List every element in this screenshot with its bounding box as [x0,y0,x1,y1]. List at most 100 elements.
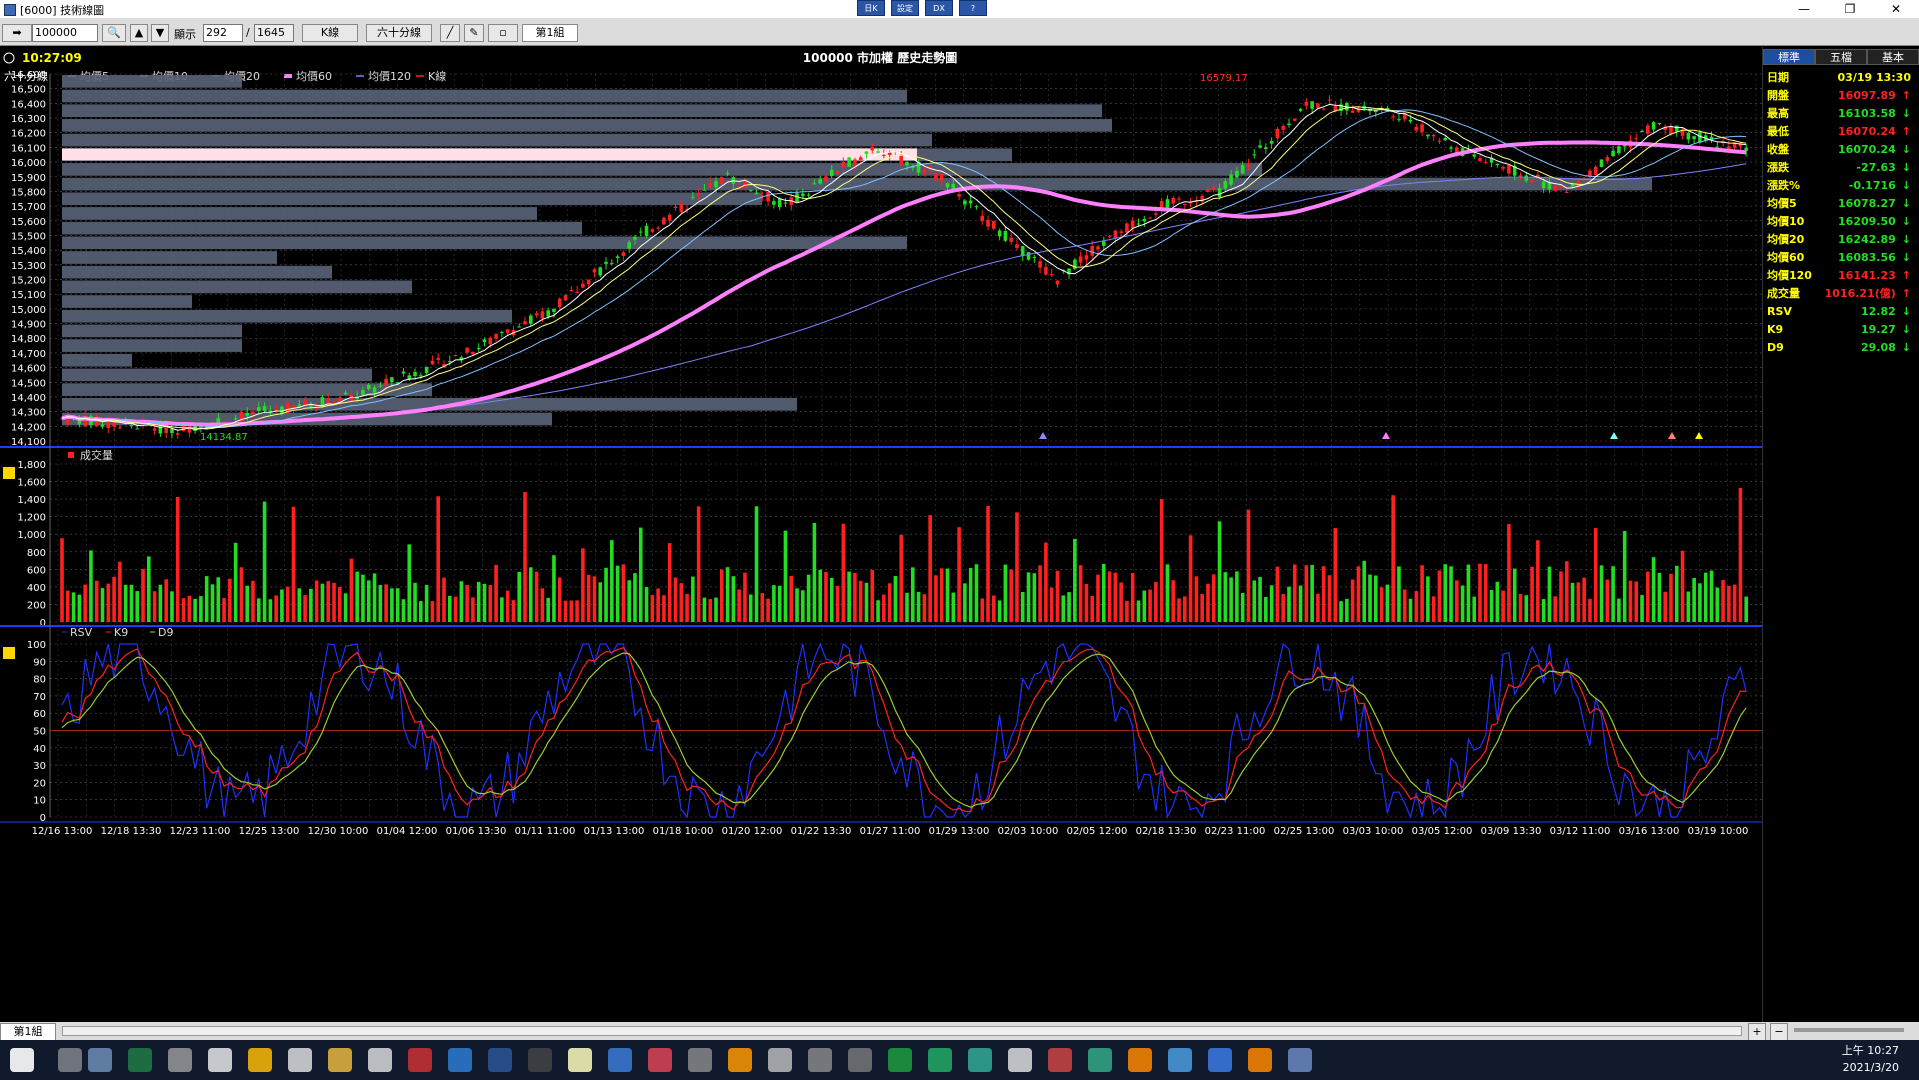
volume-bar [656,588,660,622]
volume-bar [1240,592,1245,622]
zoom-out-icon[interactable]: − [1770,1023,1788,1041]
zoom-slider[interactable] [1794,1028,1904,1032]
taskbar-app-icon[interactable] [968,1048,992,1072]
eraser-icon[interactable]: ▫ [488,24,518,42]
taskbar-app-icon[interactable] [288,1048,312,1072]
symbol-input[interactable]: 100000 [32,24,98,42]
taskbar-app-icon[interactable] [1128,1048,1152,1072]
volume-bar [1258,576,1262,622]
taskbar-app-icon[interactable] [328,1048,352,1072]
taskbar-app-icon[interactable] [768,1048,792,1072]
panel-row-label: 最高 [1767,107,1789,120]
volume-bar [1246,509,1251,622]
taskbar-app-icon[interactable] [928,1048,952,1072]
tab-five-levels[interactable]: 五檔 [1815,49,1867,65]
close-button[interactable]: ✕ [1873,0,1919,18]
volume-bar [777,585,782,622]
candle-body [534,313,539,316]
interval-select[interactable]: 六十分線 [366,24,432,42]
settings-quick-button[interactable]: 設定 [891,0,919,16]
daily-k-button[interactable]: 日K [857,0,885,16]
taskbar-app-icon[interactable] [648,1048,672,1072]
dx-button[interactable]: DX [925,0,953,16]
taskbar-app-icon[interactable] [528,1048,552,1072]
bottom-group-select[interactable]: 第1組 [0,1023,56,1041]
volume-bar [598,582,603,622]
volume-bar [1200,594,1204,622]
volume-bar [1443,564,1448,622]
taskbar-app-icon[interactable] [88,1048,112,1072]
volume-bar [384,584,388,622]
taskbar-app-icon[interactable] [128,1048,152,1072]
taskbar-app-icon[interactable] [568,1048,592,1072]
volume-bar [500,597,504,622]
taskbar-app-icon[interactable] [1008,1048,1032,1072]
technical-chart[interactable]: 10:27:09100000 市加權 歷史走勢圖六十分線均價5均價10均價20均… [0,47,1762,1047]
taskbar-app-icon[interactable] [808,1048,832,1072]
volume-bar [1663,591,1667,622]
axis-tick-label: 16,500 [11,85,46,96]
candle-body [170,429,174,434]
minimize-button[interactable]: — [1781,0,1827,18]
tab-basic[interactable]: 基本 [1867,49,1919,65]
taskbar-app-icon[interactable] [1288,1048,1312,1072]
period-select[interactable]: K線 [302,24,358,42]
candle-body [934,173,938,180]
panel-row-value-text: -27.63 [1856,161,1896,174]
panel-row-value: 16083.56 ↓ [1838,249,1911,267]
restore-button[interactable]: ❐ [1827,0,1873,18]
volume-bar [1235,571,1239,622]
volume-bar [1003,564,1008,622]
down-arrow-icon[interactable]: ▼ [151,24,169,42]
task-view-icon[interactable] [58,1048,82,1072]
tab-standard[interactable]: 標準 [1763,49,1815,65]
taskbar-app-icon[interactable] [168,1048,192,1072]
taskbar-app-icon[interactable] [368,1048,392,1072]
taskbar-app-icon[interactable] [248,1048,272,1072]
arrow-icon[interactable]: ➡ [2,24,32,42]
volume-profile-bar [62,309,512,323]
start-icon[interactable] [10,1048,34,1072]
up-arrow-icon[interactable]: ▲ [130,24,148,42]
display-count-input[interactable]: 292 [203,24,243,42]
search-icon[interactable]: 🔍 [102,24,126,42]
panel-row-label: 均價120 [1767,269,1812,282]
volume-bar [679,583,684,622]
volume-bar [1640,595,1644,622]
taskbar-app-icon[interactable] [848,1048,872,1072]
taskbar-app-icon[interactable] [1208,1048,1232,1072]
zoom-in-icon[interactable]: + [1748,1023,1766,1041]
taskbar-app-icon[interactable] [1248,1048,1272,1072]
taskbar-app-icon[interactable] [488,1048,512,1072]
panel-row-label: K9 [1767,323,1784,336]
taskbar-app-icon[interactable] [1048,1048,1072,1072]
volume-bar [673,577,678,622]
volume-bar [494,564,498,622]
taskbar-app-icon[interactable] [208,1048,232,1072]
candle-body [882,154,886,156]
candle-body [986,219,990,227]
volume-bar [118,561,122,622]
taskbar-app-icon[interactable] [608,1048,632,1072]
help-button[interactable]: ? [959,0,987,16]
draw-line-icon[interactable]: ╱ [440,24,460,42]
volume-bar [280,589,284,622]
volume-bar [858,580,863,622]
panel-row: 漲跌% -0.1716 ↓ [1763,177,1919,195]
taskbar-app-icon[interactable] [448,1048,472,1072]
taskbar-app-icon[interactable] [408,1048,432,1072]
pencil-icon[interactable]: ✎ [464,24,484,42]
candle-body [783,202,788,204]
candle-body [795,193,799,202]
group-select[interactable]: 第1組 [522,24,578,42]
volume-bar [1269,585,1274,622]
taskbar-app-icon[interactable] [888,1048,912,1072]
volume-bar [719,569,724,622]
taskbar-app-icon[interactable] [688,1048,712,1072]
candle-body [118,427,122,429]
taskbar-app-icon[interactable] [1088,1048,1112,1072]
taskbar-app-icon[interactable] [728,1048,752,1072]
horizontal-scrollbar[interactable] [62,1026,1742,1036]
taskbar-app-icon[interactable] [1168,1048,1192,1072]
panel-row-label: 均價60 [1767,251,1805,264]
